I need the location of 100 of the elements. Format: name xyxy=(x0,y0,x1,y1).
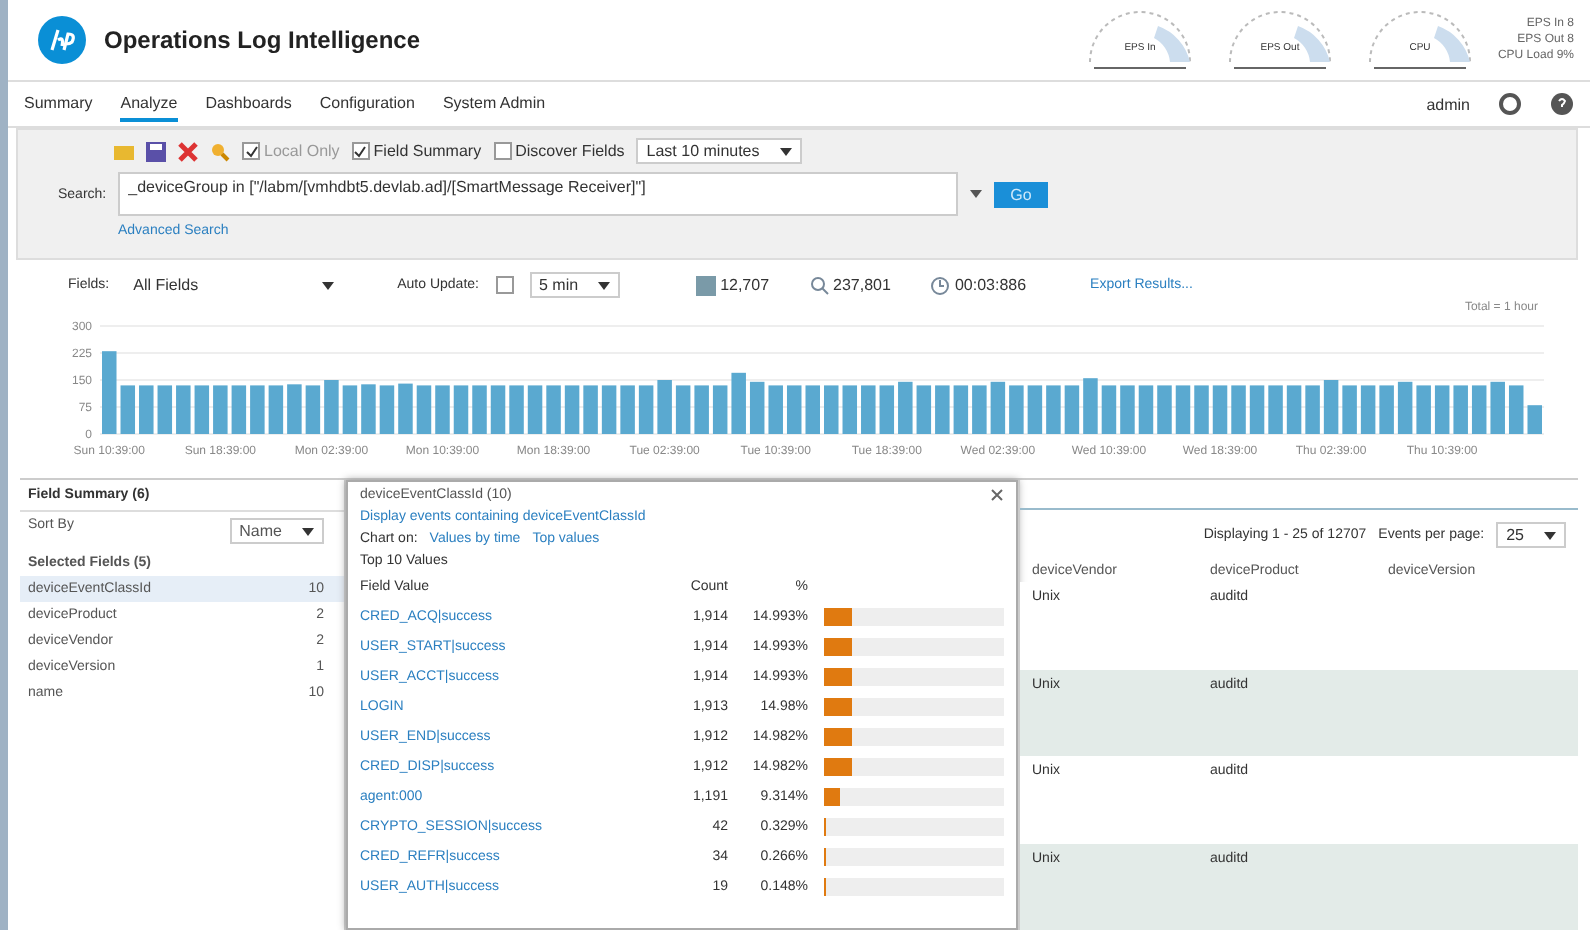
histogram-bar xyxy=(416,385,432,434)
caret-icon[interactable] xyxy=(321,281,334,289)
option-checkbox[interactable]: Discover Fields xyxy=(493,142,625,160)
histogram-bar xyxy=(490,385,506,434)
search-icon xyxy=(809,275,830,295)
histogram-bar xyxy=(694,385,709,434)
histogram-bar xyxy=(1527,405,1542,434)
logo-icon xyxy=(36,14,88,66)
interval-select[interactable]: 5 min xyxy=(529,272,621,298)
histogram-bar xyxy=(601,385,617,434)
histogram-bar xyxy=(953,385,969,434)
histogram-bar xyxy=(768,385,783,434)
histogram-bar xyxy=(361,384,376,434)
histogram-bar xyxy=(1397,381,1413,434)
histogram-bar xyxy=(546,385,561,434)
histogram-bar xyxy=(1138,385,1154,434)
histogram-bar xyxy=(1305,385,1320,434)
histogram-bar xyxy=(287,384,302,434)
user-name[interactable]: admin xyxy=(1426,95,1470,113)
scanned-count: 237,801 xyxy=(833,276,891,294)
events-icon xyxy=(696,275,717,295)
histogram-bar xyxy=(1416,385,1431,434)
histogram-bar xyxy=(1212,385,1228,434)
histogram-bar xyxy=(268,385,284,434)
settings-icon[interactable] xyxy=(1498,92,1522,116)
histogram-bar xyxy=(657,380,672,434)
histogram-bar xyxy=(1342,385,1357,434)
histogram-bar xyxy=(398,383,413,434)
histogram-bar xyxy=(305,385,321,434)
histogram-bar xyxy=(1194,385,1209,434)
help-icon[interactable] xyxy=(1550,92,1574,116)
nav-tab[interactable]: Summary xyxy=(24,87,93,121)
check-icon xyxy=(245,145,257,157)
histogram-bar xyxy=(972,385,987,434)
histogram-bar xyxy=(1360,385,1376,434)
caret-icon[interactable] xyxy=(970,190,983,198)
caret-icon[interactable] xyxy=(302,527,314,535)
histogram-bar xyxy=(916,385,932,434)
histogram-bar xyxy=(509,385,524,434)
histogram-bar xyxy=(435,385,450,434)
histogram-bar xyxy=(583,385,598,434)
fields-select[interactable]: All Fields xyxy=(125,274,342,296)
histogram-bar xyxy=(731,372,746,434)
histogram-bar xyxy=(1083,378,1098,434)
histogram-bar xyxy=(1508,385,1524,434)
histogram-bar xyxy=(675,385,691,434)
time-range-select[interactable]: Last 10 minutes xyxy=(636,138,802,164)
histogram-bar xyxy=(805,385,820,434)
histogram-bar xyxy=(1490,381,1505,434)
histogram-bar xyxy=(786,385,802,434)
events-count: 12,707 xyxy=(720,276,770,294)
clock-icon xyxy=(930,275,951,295)
nav-tab[interactable]: Configuration xyxy=(319,87,415,121)
histogram-bar xyxy=(1046,385,1061,434)
histogram-bar xyxy=(1268,385,1283,434)
histogram-bar xyxy=(324,380,339,434)
nav-tab[interactable]: System Admin xyxy=(442,87,546,121)
auto-update-checkbox[interactable] xyxy=(495,276,513,294)
save-icon[interactable] xyxy=(146,141,166,161)
histogram-bar xyxy=(1027,385,1043,434)
app-title: Operations Log Intelligence xyxy=(104,26,423,54)
histogram-bar xyxy=(250,385,265,434)
histogram-bar xyxy=(861,385,876,434)
search-field[interactable]: _deviceGroup in ["/labm/[vmhdbt5.devlab.ad]/[SmartMessage Receiver]"] xyxy=(118,172,959,216)
histogram-bar xyxy=(990,381,1006,434)
histogram-bar xyxy=(712,385,728,434)
histogram-bar xyxy=(1379,385,1394,434)
histogram-bar xyxy=(1157,385,1172,434)
histogram-bar xyxy=(620,385,635,434)
sort-select[interactable]: Name xyxy=(229,518,324,544)
per-page-select[interactable]: 25 xyxy=(1496,522,1566,548)
histogram-bar xyxy=(749,381,765,434)
histogram-bar xyxy=(824,385,839,434)
histogram-bar xyxy=(1175,385,1191,434)
histogram-bar xyxy=(1453,385,1468,434)
delete-icon[interactable] xyxy=(178,141,198,161)
option-checkbox[interactable]: Field Summary xyxy=(351,142,482,160)
histogram-bar xyxy=(1231,385,1246,434)
duration-text: 00:03:886 xyxy=(954,276,1027,294)
histogram-bar xyxy=(564,385,580,434)
histogram-bar xyxy=(1101,385,1117,434)
histogram-bar xyxy=(1249,385,1265,434)
histogram-bar xyxy=(1434,385,1450,434)
caret-icon[interactable] xyxy=(779,147,792,155)
search-icon[interactable] xyxy=(210,141,230,161)
histogram-bar xyxy=(472,385,487,434)
histogram-bar xyxy=(453,385,469,434)
nav-tab[interactable]: Analyze xyxy=(120,87,178,121)
histogram-bar xyxy=(102,351,117,434)
caret-icon[interactable] xyxy=(598,281,611,289)
histogram-bar xyxy=(120,385,136,434)
histogram-bar xyxy=(139,385,154,434)
close-icon[interactable] xyxy=(990,488,1004,502)
histogram-bar xyxy=(638,385,654,434)
check-icon xyxy=(354,145,367,157)
histogram-bar xyxy=(231,385,247,434)
histogram-bar xyxy=(1120,385,1135,434)
caret-icon[interactable] xyxy=(1544,531,1556,539)
histogram-bar xyxy=(879,385,895,434)
nav-tab[interactable]: Dashboards xyxy=(205,87,292,121)
